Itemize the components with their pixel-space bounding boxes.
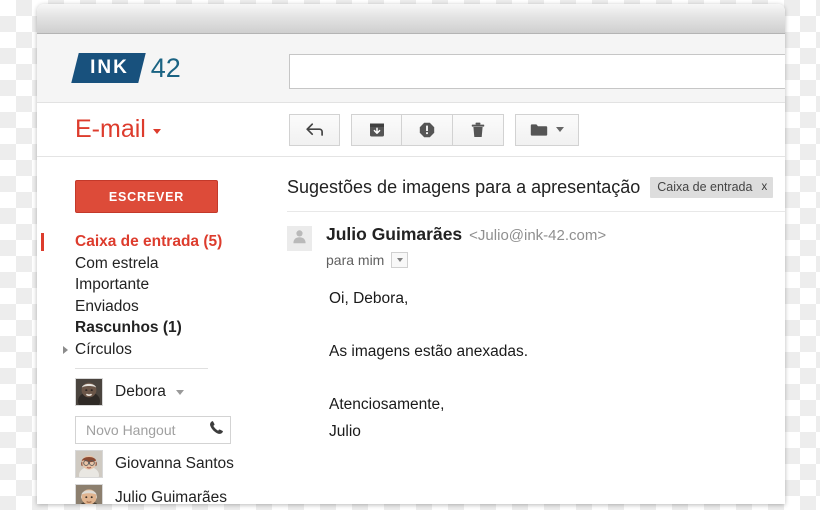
chevron-down-icon	[556, 127, 564, 132]
body-signature: Julio	[329, 421, 785, 442]
app-header: INK 42	[37, 34, 785, 103]
sidebar: ESCREVER Caixa de entrada (5) Com estrel…	[37, 157, 251, 504]
window-titlebar	[37, 4, 785, 34]
message-pane: Sugestões de imagens para a apresentação…	[251, 157, 785, 504]
sender-line: Julio Guimarães <Julio@ink-42.com>	[326, 224, 606, 245]
back-arrow-icon	[306, 123, 323, 137]
delete-button[interactable]	[453, 114, 504, 146]
message-subject: Sugestões de imagens para a apresentação	[287, 177, 640, 198]
sidebar-divider	[75, 368, 208, 369]
sender-row: Julio Guimarães <Julio@ink-42.com> para …	[251, 224, 785, 268]
hangouts-account[interactable]: Debora	[37, 378, 251, 406]
phone-icon[interactable]	[209, 420, 224, 440]
recipient-label: para mim	[326, 252, 384, 268]
sidebar-item-label: Importante	[75, 276, 149, 293]
ink42-logo: INK 42	[75, 51, 181, 85]
avatar	[75, 450, 103, 478]
avatar	[75, 378, 103, 406]
archive-icon	[369, 122, 385, 138]
sidebar-item-inbox[interactable]: Caixa de entrada (5)	[37, 231, 251, 253]
logo-text: INK	[90, 58, 129, 77]
hangouts-account-name: Debora	[115, 383, 166, 401]
trash-icon	[471, 122, 485, 138]
body-closing: Atenciosamente,	[329, 394, 785, 415]
sidebar-item-label: Círculos	[75, 341, 132, 358]
sidebar-item-sent[interactable]: Enviados	[37, 296, 251, 318]
sidebar-item-label: Caixa de entrada (5)	[75, 233, 222, 250]
label-chip-text: Caixa de entrada	[657, 180, 752, 194]
hangouts-panel: Debora	[37, 378, 251, 504]
sidebar-item-label: Rascunhos (1)	[75, 319, 182, 336]
report-spam-button[interactable]	[402, 114, 453, 146]
status-badge[interactable]: Caixa de entrada x	[650, 177, 773, 198]
report-spam-icon	[419, 122, 435, 138]
sender-name: Julio Guimarães	[326, 224, 462, 245]
person-placeholder-icon	[291, 228, 308, 250]
logo-mark: INK	[71, 53, 145, 83]
sidebar-item-important[interactable]: Importante	[37, 274, 251, 296]
back-group	[289, 114, 340, 146]
folder-list: Caixa de entrada (5) Com estrela Importa…	[37, 231, 251, 360]
body-greeting: Oi, Debora,	[329, 288, 785, 309]
divider	[287, 211, 785, 212]
list-item[interactable]: Julio Guimarães	[37, 484, 251, 504]
recipient-details-button[interactable]	[391, 252, 408, 268]
move-to-group	[515, 114, 579, 146]
mail-menu-button[interactable]: E-mail	[75, 115, 161, 144]
sidebar-item-circles[interactable]: Círculos	[37, 339, 251, 361]
folder-icon	[530, 123, 548, 137]
sidebar-item-starred[interactable]: Com estrela	[37, 253, 251, 275]
hangout-search-box[interactable]	[75, 416, 231, 444]
hangout-search-input[interactable]	[84, 421, 209, 439]
body-line-1: As imagens estão anexadas.	[329, 341, 785, 362]
close-icon[interactable]: x	[761, 181, 767, 193]
sidebar-item-label: Com estrela	[75, 255, 159, 272]
chevron-down-icon	[397, 258, 403, 262]
chevron-right-icon[interactable]	[63, 346, 68, 354]
mail-menu-label: E-mail	[75, 115, 146, 144]
list-item[interactable]: Giovanna Santos	[37, 450, 251, 478]
main-area: ESCREVER Caixa de entrada (5) Com estrel…	[37, 157, 785, 504]
browser-window: INK 42 E-mail	[37, 4, 785, 504]
compose-button[interactable]: ESCREVER	[75, 180, 218, 213]
message-actions	[289, 114, 590, 146]
sender-email: <Julio@ink-42.com>	[469, 227, 606, 244]
archive-spam-delete-group	[351, 114, 504, 146]
sidebar-item-drafts[interactable]: Rascunhos (1)	[37, 317, 251, 339]
search-input[interactable]	[289, 54, 785, 89]
archive-button[interactable]	[351, 114, 402, 146]
sender-info: Julio Guimarães <Julio@ink-42.com> para …	[326, 224, 606, 268]
toolbar-row: E-mail	[37, 103, 785, 157]
message-body: Oi, Debora, As imagens estão anexadas. A…	[329, 288, 785, 442]
logo-number: 42	[151, 55, 181, 82]
back-button[interactable]	[289, 114, 340, 146]
compose-button-label: ESCREVER	[109, 190, 184, 204]
sidebar-item-label: Enviados	[75, 298, 139, 315]
move-to-button[interactable]	[515, 114, 579, 146]
contact-name: Julio Guimarães	[115, 489, 227, 504]
subject-row: Sugestões de imagens para a apresentação…	[251, 177, 785, 198]
chevron-down-icon	[153, 129, 161, 134]
chevron-down-icon[interactable]	[176, 390, 184, 395]
recipient-line: para mim	[326, 252, 606, 268]
contact-name: Giovanna Santos	[115, 455, 234, 473]
avatar	[75, 484, 103, 504]
avatar	[287, 226, 312, 251]
